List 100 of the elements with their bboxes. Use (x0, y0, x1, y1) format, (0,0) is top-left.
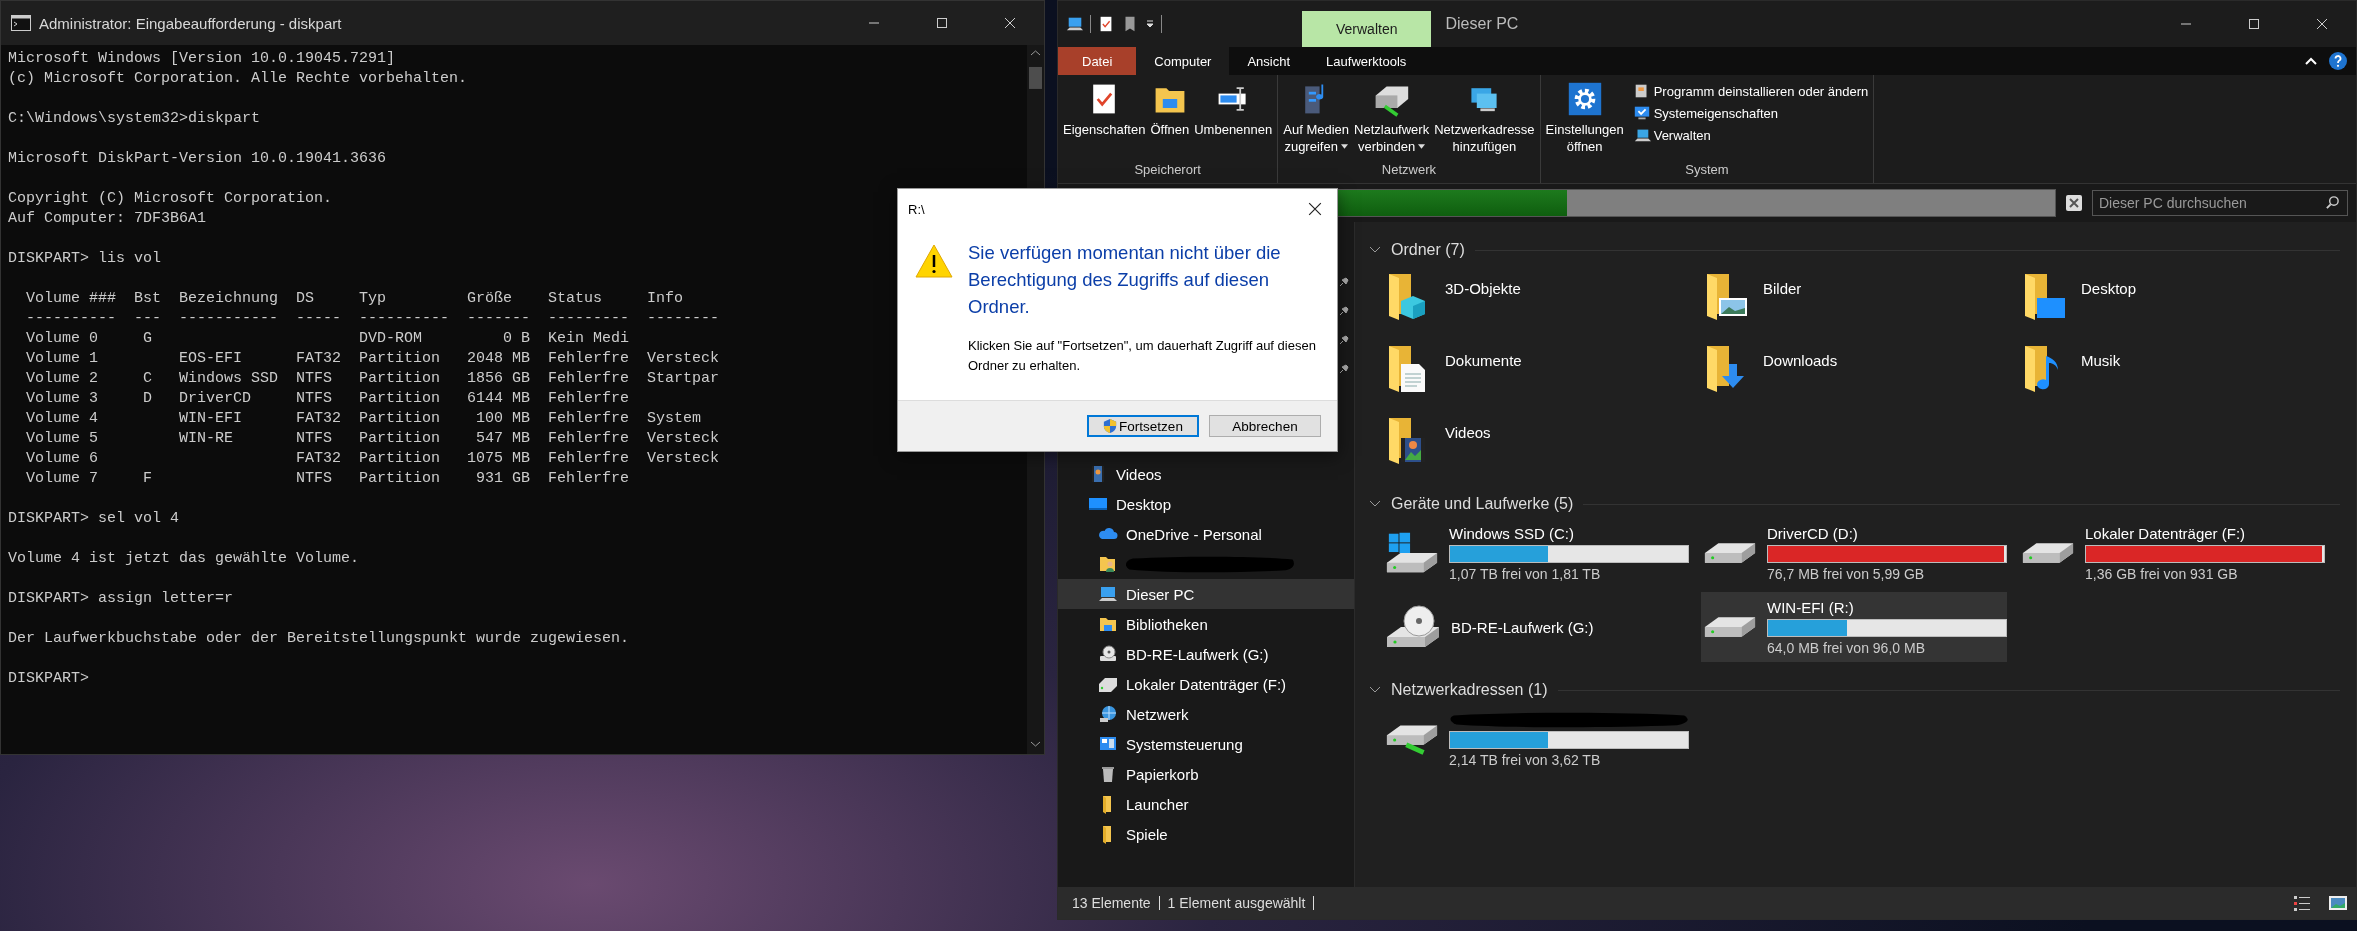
section-header[interactable]: Geräte und Laufwerke (5) (1391, 495, 1574, 513)
pin-icon[interactable] (1338, 305, 1350, 317)
free-space-text: 76,7 MB frei von 5,99 GB (1767, 565, 1926, 582)
console-line: ---------- --- ----------- ----- ---------- ------- --------- -------- (25, 309, 720, 329)
disc-drive-icon (1098, 644, 1118, 664)
drive-name: DriverCD (D:) (1767, 524, 1859, 542)
warning-icon (914, 243, 954, 279)
section-header[interactable]: Netzwerkadressen (1) (1391, 681, 1548, 699)
nav-item[interactable]: Bibliotheken (1058, 609, 1354, 639)
console-line: Der Laufwerkbuchstabe oder der Bereitstellungspunkt wurde zugewiesen. (8, 629, 630, 649)
ribbon-tab[interactable]: Datei (1058, 47, 1137, 75)
nav-item[interactable]: Systemsteuerung (1058, 729, 1354, 759)
folder-item[interactable]: 3D-Objekte (1383, 264, 1701, 336)
nav-item[interactable]: Netzwerk (1058, 699, 1354, 729)
globe-icon (1098, 704, 1118, 724)
close-icon (1004, 17, 1016, 29)
close-icon (2316, 18, 2328, 30)
computer-icon (1098, 584, 1118, 604)
drive-tile[interactable]: Windows SSD (C:) 1,07 TB frei von 1,81 TB (1383, 518, 1689, 588)
nav-item[interactable]: OneDrive - Personal (1058, 519, 1354, 549)
collapse-chevron-icon[interactable] (1369, 500, 1381, 508)
window-title: Administrator: Eingabeaufforderung - diskpart (39, 14, 343, 32)
drive-tile[interactable]: BD-RE-Laufwerk (G:) (1383, 592, 1689, 662)
stop-icon[interactable] (2066, 195, 2082, 211)
collapse-chevron-icon[interactable] (1369, 246, 1381, 254)
ribbon-button[interactable]: Auf Medien zugreifen (1281, 81, 1352, 162)
caret-icon (1340, 144, 1348, 149)
maximize-icon (2248, 18, 2260, 30)
ribbon-tab[interactable]: Computer (1136, 47, 1230, 75)
ribbon-button[interactable]: Programm deinstallieren oder ändern (1630, 81, 1871, 101)
computer-icon[interactable] (1066, 15, 1084, 33)
free-space-text: 2,14 TB frei von 3,62 TB (1449, 752, 1602, 768)
console-line: Volume 3 D DriverCD NTFS Partition 6144 MB Fehlerfre (25, 389, 630, 409)
ribbon-button[interactable]: Systemeigenschaften (1630, 103, 1871, 123)
dialog-heading: Sie verfügen momentan nicht über die Berechtigung des Zugriffs auf diesen Ordner. (968, 241, 1282, 319)
ribbon-tab[interactable]: Ansicht (1229, 47, 1309, 75)
folder-item[interactable]: Bilder (1701, 264, 2019, 336)
drive-name: WIN-EFI (R:) (1767, 598, 1855, 616)
status-text: 1 Element ausgewählt (1167, 895, 1306, 911)
nav-item[interactable]: Dieser PC (1058, 579, 1354, 609)
network-drive-icon (1385, 723, 1439, 755)
ribbon-button[interactable]: Netzlaufwerk verbinden (1352, 81, 1432, 162)
ribbon-button[interactable]: Einstellungen öffnen (1543, 81, 1626, 162)
console-line: DISKPART> assign letter=r (8, 589, 234, 609)
console-line: C:\Windows\system32>diskpart (8, 109, 261, 129)
folder-item[interactable]: Desktop (2019, 264, 2337, 336)
caret-icon (1418, 144, 1426, 149)
drive-tile[interactable]: 2,14 TB frei von 3,62 TB (1383, 704, 1689, 774)
folder-item[interactable]: Videos (1383, 408, 1701, 480)
pin-icon[interactable] (1338, 276, 1350, 288)
free-space-text: 1,36 GB frei von 931 GB (2085, 565, 2239, 582)
drive-tile[interactable]: WIN-EFI (R:) 64,0 MB frei von 96,0 MB (1701, 592, 2007, 662)
nav-item[interactable]: Videos (1058, 459, 1354, 489)
ribbon-button[interactable]: Verwalten (1630, 125, 1871, 145)
free-space-text: 1,07 TB frei von 1,81 TB (1449, 565, 1602, 582)
collapse-ribbon-icon[interactable] (2304, 56, 2318, 66)
search-icon (2325, 195, 2340, 210)
console-line: Volume 6 FAT32 Partition 1075 MB Fehlerfre Versteck (25, 449, 720, 469)
drive-name: Windows SSD (C:) (1449, 524, 1576, 542)
caret-icon[interactable] (1145, 19, 1155, 29)
collapse-chevron-icon[interactable] (1369, 686, 1381, 694)
details-view-icon[interactable] (2292, 893, 2312, 913)
dialog-message: Klicken Sie auf "Fortsetzen", um dauerhaft Zugriff auf diesen Ordner zu erhalten. (968, 337, 1317, 375)
nav-item[interactable]: Launcher (1058, 789, 1354, 819)
console-line: Volume 5 WIN-RE NTFS Partition 547 MB Fehlerfre Versteck (25, 429, 720, 449)
cancel-button[interactable]: Abbrechen (1209, 415, 1321, 437)
folder-item[interactable]: Downloads (1701, 336, 2019, 408)
nav-item[interactable]: Desktop (1058, 489, 1354, 519)
nav-item[interactable]: Lokaler Datenträger (F:) (1058, 669, 1354, 699)
pin-icon[interactable] (1338, 363, 1350, 375)
settings-icon (1566, 81, 1603, 117)
ribbon-tab[interactable]: Laufwerktools (1308, 47, 1425, 75)
drive-name: Lokaler Datenträger (F:) (2085, 524, 2247, 542)
drive-name: BD-RE-Laufwerk (G:) (1451, 618, 1594, 636)
drive-icon (1703, 615, 1757, 639)
folder-item[interactable]: Musik (2019, 336, 2337, 408)
console-line: Volume 1 EOS-EFI FAT32 Partition 2048 MB Fehlerfre Versteck (25, 349, 720, 369)
ribbon-button[interactable]: Umbenennen (1192, 81, 1275, 162)
ribbon-button[interactable]: Öffnen (1148, 81, 1192, 162)
continue-button[interactable]: Fortsetzen (1087, 415, 1199, 437)
nav-item[interactable]: Papierkorb (1058, 759, 1354, 789)
console-line: Volume 7 F NTFS Partition 931 GB Fehlerfre (25, 469, 630, 489)
help-icon[interactable] (2328, 51, 2348, 71)
drive-icon (1703, 541, 1757, 565)
drive-tile[interactable]: DriverCD (D:) 76,7 MB frei von 5,99 GB (1701, 518, 2007, 588)
console-line: (c) Microsoft Corporation. Alle Rechte vorbehalten. (8, 69, 468, 89)
large-icons-view-icon[interactable] (2328, 893, 2348, 913)
drive-tile[interactable]: Lokaler Datenträger (F:) 1,36 GB frei von 931 GB (2019, 518, 2325, 588)
group-label: Netzwerk (1380, 162, 1438, 179)
nav-item[interactable]: Spiele (1058, 819, 1354, 849)
ribbon-button[interactable]: Netzwerkadresse hinzufügen (1432, 81, 1537, 162)
folder-item[interactable]: Dokumente (1383, 336, 1701, 408)
drive-icon (2021, 541, 2075, 565)
console-line: Microsoft DiskPart-Version 10.0.19041.3636 (8, 149, 387, 169)
pin-icon[interactable] (1338, 334, 1350, 346)
nav-item[interactable]: BD-RE-Laufwerk (G:) (1058, 639, 1354, 669)
section-header[interactable]: Ordner (7) (1391, 241, 1465, 259)
ribbon-button[interactable]: Eigenschaften (1061, 81, 1148, 162)
console-line: Volume 4 WIN-EFI FAT32 Partition 100 MB Fehlerfre System (25, 409, 702, 429)
search-field[interactable]: Dieser PC durchsuchen (2092, 190, 2348, 216)
